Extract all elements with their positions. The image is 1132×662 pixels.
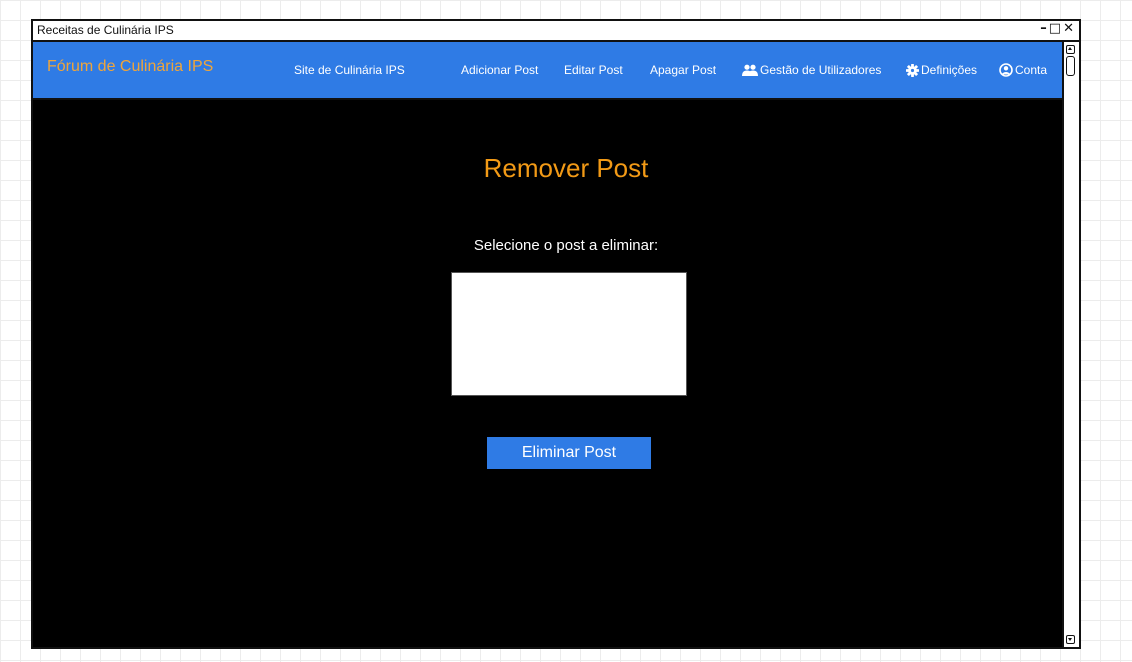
minimize-button[interactable]: – — [1040, 21, 1048, 36]
app-window: Receitas de Culinária IPS – □ ✕ Fórum de… — [31, 19, 1081, 649]
nav-link-add-post[interactable]: Adicionar Post — [461, 63, 538, 77]
window-controls: – □ ✕ — [1040, 21, 1075, 36]
nav-link-site[interactable]: Site de Culinária IPS — [294, 63, 405, 77]
window-titlebar[interactable]: Receitas de Culinária IPS – □ ✕ — [33, 21, 1079, 42]
nav-link-delete-post[interactable]: Apagar Post — [650, 63, 716, 77]
window-title: Receitas de Culinária IPS — [37, 23, 174, 37]
scroll-up-arrow-icon[interactable] — [1066, 45, 1075, 54]
nav-link-account[interactable]: Conta — [999, 63, 1047, 77]
vertical-scrollbar[interactable] — [1062, 42, 1079, 647]
post-select-list[interactable] — [451, 272, 687, 396]
delete-post-button[interactable]: Eliminar Post — [487, 437, 651, 469]
user-circle-icon — [999, 63, 1013, 77]
scroll-down-arrow-icon[interactable] — [1066, 635, 1075, 644]
scroll-thumb[interactable] — [1066, 56, 1075, 76]
close-button[interactable]: ✕ — [1063, 21, 1075, 36]
nav-link-user-management[interactable]: Gestão de Utilizadores — [742, 63, 881, 77]
nav-link-edit-post[interactable]: Editar Post — [564, 63, 623, 77]
top-navbar: Fórum de Culinária IPS Site de Culinária… — [33, 42, 1064, 100]
brand-link[interactable]: Fórum de Culinária IPS — [47, 58, 213, 76]
users-icon — [742, 64, 758, 76]
maximize-button[interactable]: □ — [1049, 21, 1062, 36]
nav-label-account: Conta — [1015, 63, 1048, 77]
gear-icon — [906, 63, 919, 77]
nav-label-user-management: Gestão de Utilizadores — [760, 63, 882, 77]
nav-link-settings[interactable]: Definições — [906, 63, 977, 77]
select-post-label: Selecione o post a eliminar: — [473, 237, 659, 254]
page-title: Remover Post — [483, 153, 649, 183]
nav-label-settings: Definições — [921, 63, 978, 77]
